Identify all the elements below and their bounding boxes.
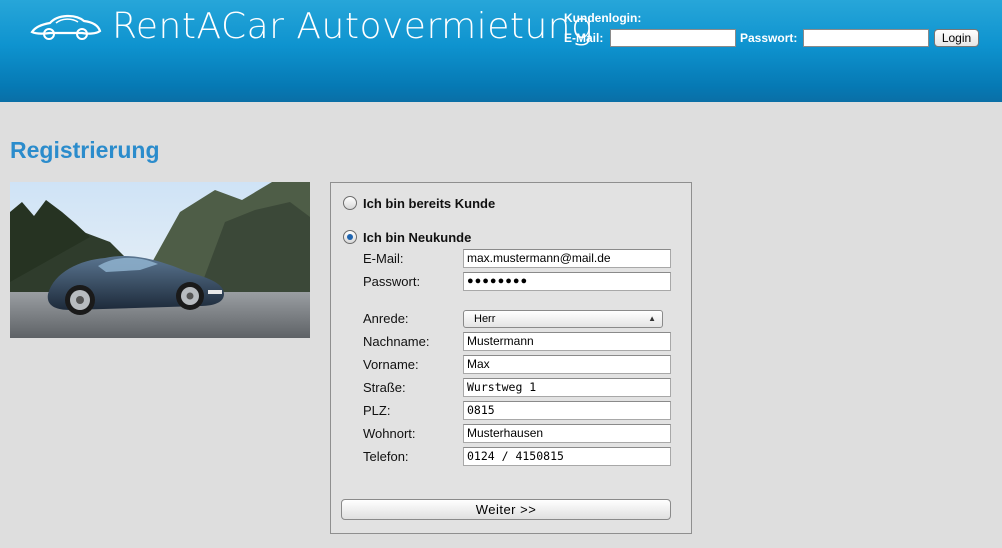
weiter-button[interactable]: Weiter >> [341, 499, 671, 520]
nachname-label: Nachname: [363, 334, 430, 349]
registration-form: Ich bin bereits Kunde Ich bin Neukunde E… [330, 182, 692, 534]
login-title: Kundenlogin: [564, 11, 642, 25]
radio-selected-dot [347, 234, 353, 240]
radio-existing-customer-label[interactable]: Ich bin bereits Kunde [363, 196, 495, 211]
wohnort-field[interactable]: Musterhausen [463, 424, 671, 443]
anrede-select[interactable]: Herr ▲▼ [463, 310, 663, 339]
email-label: E-Mail: [363, 251, 404, 266]
page-title: Registrierung [10, 137, 160, 163]
strasse-label: Straße: [363, 380, 406, 395]
anrede-label: Anrede: [363, 311, 409, 326]
login-password-input[interactable] [803, 29, 929, 47]
login-button[interactable]: Login [934, 29, 979, 47]
vorname-field[interactable]: Max [463, 355, 671, 374]
nachname-field[interactable]: Mustermann [463, 332, 671, 351]
anrede-value: Herr [474, 313, 496, 325]
strasse-field[interactable]: Wurstweg 1 [463, 378, 671, 397]
radio-existing-customer[interactable] [343, 196, 357, 210]
radio-new-customer[interactable] [343, 230, 357, 244]
password-field[interactable]: ●●●●●●●● [463, 272, 671, 291]
brand-title[interactable]: RentACar Autovermietung [112, 6, 593, 47]
login-password-label: Passwort: [740, 31, 798, 45]
telefon-field[interactable]: 0124 / 4150815 [463, 447, 671, 466]
plz-field[interactable]: 0815 [463, 401, 671, 420]
login-email-input[interactable] [610, 29, 736, 47]
plz-label: PLZ: [363, 403, 391, 418]
password-label: Passwort: [363, 274, 421, 289]
car-logo-icon[interactable] [30, 12, 102, 42]
login-email-label: E-Mail: [564, 31, 604, 45]
wohnort-label: Wohnort: [363, 426, 416, 441]
radio-new-customer-label[interactable]: Ich bin Neukunde [363, 230, 471, 245]
site-header: RentACar Autovermietung Kundenlogin: E-M… [0, 0, 1002, 102]
vorname-label: Vorname: [363, 357, 419, 372]
email-field[interactable]: max.mustermann@mail.de [463, 249, 671, 268]
car-photo [10, 182, 310, 338]
telefon-label: Telefon: [363, 449, 409, 464]
